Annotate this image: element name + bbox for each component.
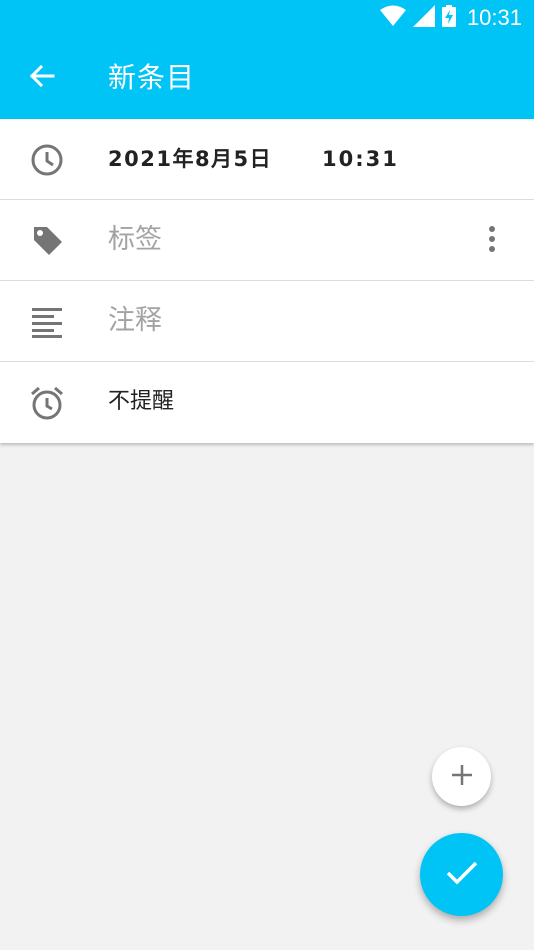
tags-menu-button[interactable] (476, 222, 508, 260)
reminder-row[interactable]: 不提醒 (0, 362, 534, 443)
time-field[interactable]: 10:31 (322, 139, 399, 179)
cellular-signal-icon (412, 5, 435, 31)
arrow-back-icon (29, 64, 55, 92)
add-button[interactable] (432, 747, 491, 806)
page-title: 新条目 (108, 61, 196, 94)
entry-form: 2021年8月5日 10:31 标签 注释 不提醒 (0, 119, 534, 443)
tags-row[interactable]: 标签 (0, 200, 534, 281)
save-button[interactable] (420, 833, 503, 916)
wifi-icon (379, 5, 406, 31)
notes-field[interactable]: 注释 (108, 301, 162, 341)
reminder-field[interactable]: 不提醒 (108, 382, 174, 422)
status-bar: 10:31 (0, 0, 534, 36)
status-time: 10:31 (466, 5, 522, 30)
back-button[interactable] (20, 56, 64, 100)
date-field[interactable]: 2021年8月5日 (108, 139, 272, 179)
status-icons: 10:31 (379, 4, 522, 32)
clock-icon (28, 141, 66, 179)
notes-row[interactable]: 注释 (0, 281, 534, 362)
alarm-icon (28, 384, 66, 422)
app-bar: 新条目 (0, 36, 534, 119)
tags-field[interactable]: 标签 (108, 220, 162, 260)
more-vert-icon (488, 225, 496, 257)
plus-icon (450, 763, 474, 791)
notes-icon (28, 303, 66, 341)
battery-charging-icon (441, 5, 456, 31)
tag-icon (28, 222, 66, 260)
check-icon (445, 860, 479, 890)
datetime-row: 2021年8月5日 10:31 (0, 119, 534, 200)
